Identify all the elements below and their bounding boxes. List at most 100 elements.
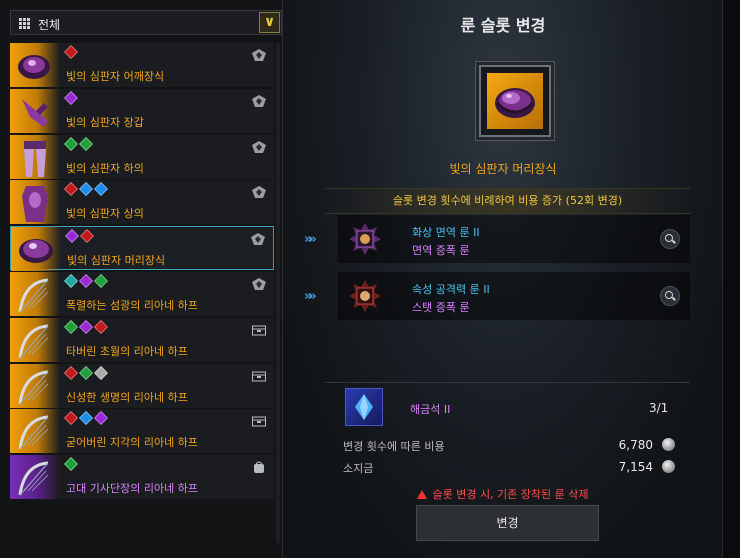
search-icon[interactable] [660,286,680,306]
change-button[interactable]: 변경 [416,505,599,541]
gem-icon [63,44,79,60]
rune-slot-gems [63,365,111,381]
harp-icon [10,409,60,453]
gem-icon [63,456,79,472]
warning-message: 슬롯 변경 시, 기존 장착된 룬 삭제 [283,486,723,502]
divider [325,382,690,383]
owned-money-value: 7,154 [618,460,653,474]
owned-money-label: 소지금 [343,462,374,475]
item-name: 타버린 초월의 리아네 하프 [66,345,188,358]
rune-slot-1[interactable]: »» 화상 면역 룬 II 면역 증폭 룬 [304,215,690,263]
gem-icon [93,365,109,381]
equipped-icon [252,278,266,290]
harp-icon [10,318,60,362]
rune-slot-2[interactable]: »» 속성 공격력 룬 II 스탯 증폭 룬 [304,272,690,320]
silver-coin-icon [662,438,675,451]
item-name: 빛의 심판자 어깨장식 [66,70,165,83]
chevron-down-icon[interactable]: ∨ [259,12,280,33]
gem-icon [79,228,95,244]
rune-slot-gems [63,319,111,335]
silver-coin-icon [662,460,675,473]
chest-icon [10,180,60,224]
gem-icon [78,273,94,289]
material-count: 3/1 [649,401,669,415]
equipped-icon [252,141,266,153]
list-item[interactable]: 빛의 심판자 어깨장식 [10,43,274,87]
helmet-icon [11,227,61,271]
gem-icon [63,410,79,426]
gem-icon [63,90,79,106]
rune-type: 스탯 증폭 룬 [412,301,470,314]
rune-slot-gems [63,410,111,426]
rune-icon [348,222,382,256]
rune-slot-change-panel: 룬 슬롯 변경 빛의 심판자 머리장식 슬롯 변경 횟수에 비례하여 비용 증가… [283,0,723,558]
change-cost-value: 6,780 [618,438,653,452]
owned-money-row: 소지금 7,154 [343,460,683,476]
rune-slot-gems [63,44,81,60]
rune-slot-gems [64,228,97,244]
equipped-icon [252,95,266,107]
change-cost-label: 변경 횟수에 따른 비용 [343,440,445,453]
warning-icon [417,490,428,499]
gem-icon [78,181,94,197]
warning-text: 슬롯 변경 시, 기존 장착된 룬 삭제 [432,488,589,501]
gem-icon [63,365,79,381]
gem-icon [93,319,109,335]
list-item[interactable]: 신성한 생명의 리아네 하프 [10,364,274,408]
rune-name: 속성 공격력 룬 II [412,283,490,296]
harp-icon [10,364,60,408]
list-item[interactable]: 빛의 심판자 상의 [10,180,274,224]
gem-icon [93,181,109,197]
bag-icon [252,461,266,473]
gem-icon [63,319,79,335]
list-item[interactable]: 빛의 심판자 장갑 [10,89,274,133]
rune-slot-gems [63,273,111,289]
filter-label: 전체 [38,18,61,32]
grid-icon [19,18,30,29]
window-edge [722,0,740,558]
equipped-icon [252,49,266,61]
equipped-icon [251,233,265,245]
item-name: 신성한 생명의 리아네 하프 [66,391,188,404]
item-name: 빛의 심판자 상의 [66,207,144,220]
arrow-right-icon: »» [304,232,317,247]
shoulder-icon [10,43,60,87]
pants-icon [10,135,60,179]
material-name: 해금석 II [410,403,451,416]
glove-icon [10,89,60,133]
selected-item-name: 빛의 심판자 머리장식 [449,162,557,176]
storage-icon [252,370,266,382]
harp-icon [10,455,60,499]
search-icon[interactable] [660,229,680,249]
item-name: 굳어버린 지각의 리아네 하프 [66,436,198,449]
rune-slot-gems [63,136,96,152]
item-name: 빛의 심판자 머리장식 [67,254,166,267]
storage-icon [252,415,266,427]
rune-type: 면역 증폭 룬 [412,244,470,257]
gem-icon [93,410,109,426]
list-item[interactable]: 빛의 심판자 머리장식 [10,226,274,271]
panel-title: 룬 슬롯 변경 [460,16,546,35]
rune-icon [348,279,382,313]
list-item[interactable]: 굳어버린 지각의 리아네 하프 [10,409,274,453]
item-name: 고대 기사단장의 리아네 하프 [66,482,198,495]
gem-icon [93,273,109,289]
gem-icon [64,228,80,244]
gem-icon [78,136,94,152]
rune-name: 화상 면역 룬 II [412,226,480,239]
gem-icon [78,319,94,335]
list-item[interactable]: 타버린 초월의 리아네 하프 [10,318,274,362]
list-item[interactable]: 폭렬하는 섬광의 리아네 하프 [10,272,274,316]
list-item[interactable]: 빛의 심판자 하의 [10,135,274,179]
scrollbar[interactable] [276,43,280,543]
change-cost-row: 변경 횟수에 따른 비용 6,780 [343,438,683,454]
harp-icon [10,272,60,316]
list-item[interactable]: 고대 기사단장의 리아네 하프 [10,455,274,499]
rune-slot-gems [63,456,81,472]
item-name: 폭렬하는 섬광의 리아네 하프 [66,299,198,312]
gem-icon [63,136,79,152]
rune-slot-gems [63,181,111,197]
filter-dropdown[interactable]: 전체 ∨ [10,10,282,35]
selected-item-frame [479,65,551,137]
crystal-icon [345,388,383,426]
